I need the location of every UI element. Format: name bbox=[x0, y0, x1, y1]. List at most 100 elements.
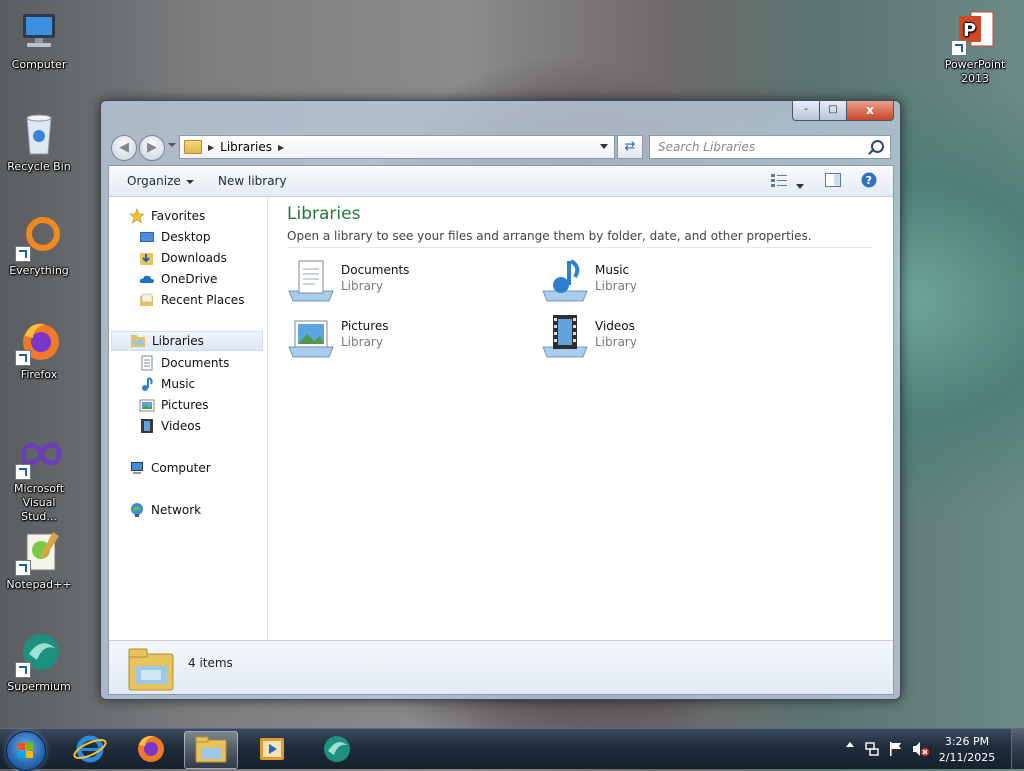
library-name: Videos bbox=[595, 319, 635, 333]
navigation-bar: ◀ ▶ ▶ Libraries ▶ ⇄ bbox=[109, 134, 891, 161]
svg-text:?: ? bbox=[866, 174, 872, 187]
maximize-button[interactable]: □ bbox=[820, 101, 847, 121]
explorer-window: - □ x ◀ ▶ ▶ Libraries ▶ ⇄ Organize bbox=[100, 100, 901, 700]
nav-label: Music bbox=[161, 377, 196, 391]
taskbar-firefox[interactable] bbox=[124, 731, 176, 767]
nav-recent-places[interactable]: Recent Places bbox=[139, 290, 244, 310]
library-item-pictures[interactable]: Pictures Library bbox=[287, 313, 507, 361]
refresh-icon: ⇄ bbox=[624, 139, 636, 154]
organize-menu[interactable]: Organize bbox=[127, 174, 194, 188]
desktop-icon-label: Notepad++ bbox=[6, 578, 72, 591]
search-icon[interactable] bbox=[871, 140, 884, 153]
nav-label: Pictures bbox=[161, 398, 209, 412]
desktop-icon-everything[interactable]: Everything bbox=[0, 214, 78, 278]
close-button[interactable]: x bbox=[847, 101, 894, 121]
show-hidden-icons-button[interactable] bbox=[846, 742, 854, 747]
show-desktop-button[interactable] bbox=[1011, 729, 1024, 769]
nav-pictures[interactable]: Pictures bbox=[139, 395, 209, 415]
music-icon bbox=[139, 376, 155, 392]
library-item-documents[interactable]: Documents Library bbox=[287, 257, 507, 305]
library-kind: Library bbox=[341, 335, 383, 349]
nav-onedrive[interactable]: OneDrive bbox=[139, 269, 217, 289]
file-explorer-icon bbox=[195, 736, 227, 763]
windows-logo-icon bbox=[18, 743, 33, 758]
nav-computer[interactable]: Computer bbox=[129, 458, 211, 478]
nav-videos[interactable]: Videos bbox=[139, 416, 201, 436]
desktop-icon-supermium[interactable]: Supermium bbox=[0, 630, 78, 694]
recent-pages-dropdown[interactable] bbox=[168, 143, 176, 147]
shortcut-arrow-icon bbox=[15, 662, 31, 678]
taskbar-clock[interactable]: 3:26 PM 2/11/2025 bbox=[932, 734, 1002, 766]
desktop-icon bbox=[139, 229, 155, 245]
help-button[interactable]: ? bbox=[861, 172, 877, 191]
nav-libraries[interactable]: Libraries bbox=[111, 331, 263, 351]
music-library-icon bbox=[541, 257, 589, 305]
firefox-icon bbox=[138, 735, 164, 762]
library-item-music[interactable]: Music Library bbox=[541, 257, 761, 305]
desktop-icon-computer[interactable]: Computer bbox=[0, 8, 78, 72]
powerpoint-icon: P bbox=[951, 8, 999, 56]
nav-label: Downloads bbox=[161, 251, 227, 265]
breadcrumb-arrow-icon[interactable]: ▶ bbox=[208, 143, 214, 152]
preview-pane-icon bbox=[825, 173, 841, 187]
nav-label: Computer bbox=[151, 461, 211, 475]
nav-favorites[interactable]: Favorites bbox=[129, 206, 205, 226]
pictures-icon bbox=[139, 397, 155, 413]
desktop-icon-powerpoint[interactable]: P PowerPoint 2013 bbox=[936, 8, 1014, 86]
media-player-icon bbox=[260, 738, 284, 760]
library-kind: Library bbox=[595, 335, 637, 349]
command-bar: Organize New library ? bbox=[109, 166, 893, 197]
desktop-icon-firefox[interactable]: Firefox bbox=[0, 318, 78, 382]
address-bar[interactable]: ▶ Libraries ▶ bbox=[179, 135, 615, 159]
volume-muted-icon[interactable] bbox=[912, 741, 930, 760]
action-center-flag-icon[interactable] bbox=[888, 741, 904, 760]
computer-icon bbox=[15, 8, 63, 56]
chevron-down-icon bbox=[185, 179, 194, 184]
breadcrumb-libraries[interactable]: Libraries bbox=[220, 140, 272, 154]
videos-library-icon bbox=[541, 313, 589, 361]
organize-label: Organize bbox=[127, 174, 181, 188]
start-button[interactable] bbox=[6, 731, 46, 771]
taskbar-file-explorer[interactable] bbox=[184, 731, 238, 769]
forward-button[interactable]: ▶ bbox=[139, 135, 165, 161]
shortcut-arrow-icon bbox=[15, 560, 31, 576]
search-input[interactable] bbox=[656, 139, 860, 155]
system-tray: 3:26 PM 2/11/2025 bbox=[824, 729, 1024, 769]
nav-downloads[interactable]: Downloads bbox=[139, 248, 227, 268]
recent-places-icon bbox=[139, 292, 155, 308]
network-tray-icon[interactable] bbox=[864, 741, 880, 760]
new-library-button[interactable]: New library bbox=[218, 174, 287, 188]
libraries-folder-icon bbox=[184, 140, 202, 154]
videos-icon bbox=[139, 418, 155, 434]
taskbar-supermium[interactable] bbox=[310, 731, 362, 767]
nav-documents[interactable]: Documents bbox=[139, 353, 229, 373]
caption-buttons: - □ x bbox=[792, 101, 894, 121]
downloads-icon bbox=[139, 250, 155, 266]
view-options-dropdown[interactable] bbox=[796, 178, 804, 192]
taskbar-internet-explorer[interactable] bbox=[64, 731, 116, 767]
nav-label: Documents bbox=[161, 356, 230, 370]
nav-music[interactable]: Music bbox=[139, 374, 195, 394]
navigation-pane: Favorites Desktop Downloads OneDrive Rec… bbox=[109, 197, 268, 640]
address-dropdown-arrow[interactable] bbox=[600, 144, 608, 149]
nav-network[interactable]: Network bbox=[129, 500, 201, 520]
change-view-button[interactable] bbox=[771, 173, 789, 190]
nav-desktop[interactable]: Desktop bbox=[139, 227, 211, 247]
taskbar-media-player[interactable] bbox=[246, 731, 298, 767]
minimize-button[interactable]: - bbox=[792, 101, 820, 121]
breadcrumb-arrow-icon[interactable]: ▶ bbox=[278, 143, 284, 152]
desktop-icon-label: PowerPoint 2013 bbox=[944, 58, 1006, 85]
search-box[interactable] bbox=[649, 135, 891, 159]
library-item-videos[interactable]: Videos Library bbox=[541, 313, 761, 361]
library-kind: Library bbox=[341, 279, 383, 293]
library-name: Pictures bbox=[341, 319, 389, 333]
desktop-icon-visual-studio[interactable]: Microsoft Visual Stud... bbox=[0, 432, 78, 524]
back-button[interactable]: ◀ bbox=[111, 135, 137, 161]
firefox-icon bbox=[15, 318, 63, 366]
desktop-icon-notepadpp[interactable]: Notepad++ bbox=[0, 528, 78, 592]
visual-studio-icon bbox=[15, 432, 63, 480]
desktop-icon-label: Everything bbox=[9, 264, 69, 277]
refresh-button[interactable]: ⇄ bbox=[617, 135, 643, 159]
preview-pane-button[interactable] bbox=[825, 173, 841, 190]
desktop-icon-recycle-bin[interactable]: Recycle Bin bbox=[0, 110, 78, 174]
